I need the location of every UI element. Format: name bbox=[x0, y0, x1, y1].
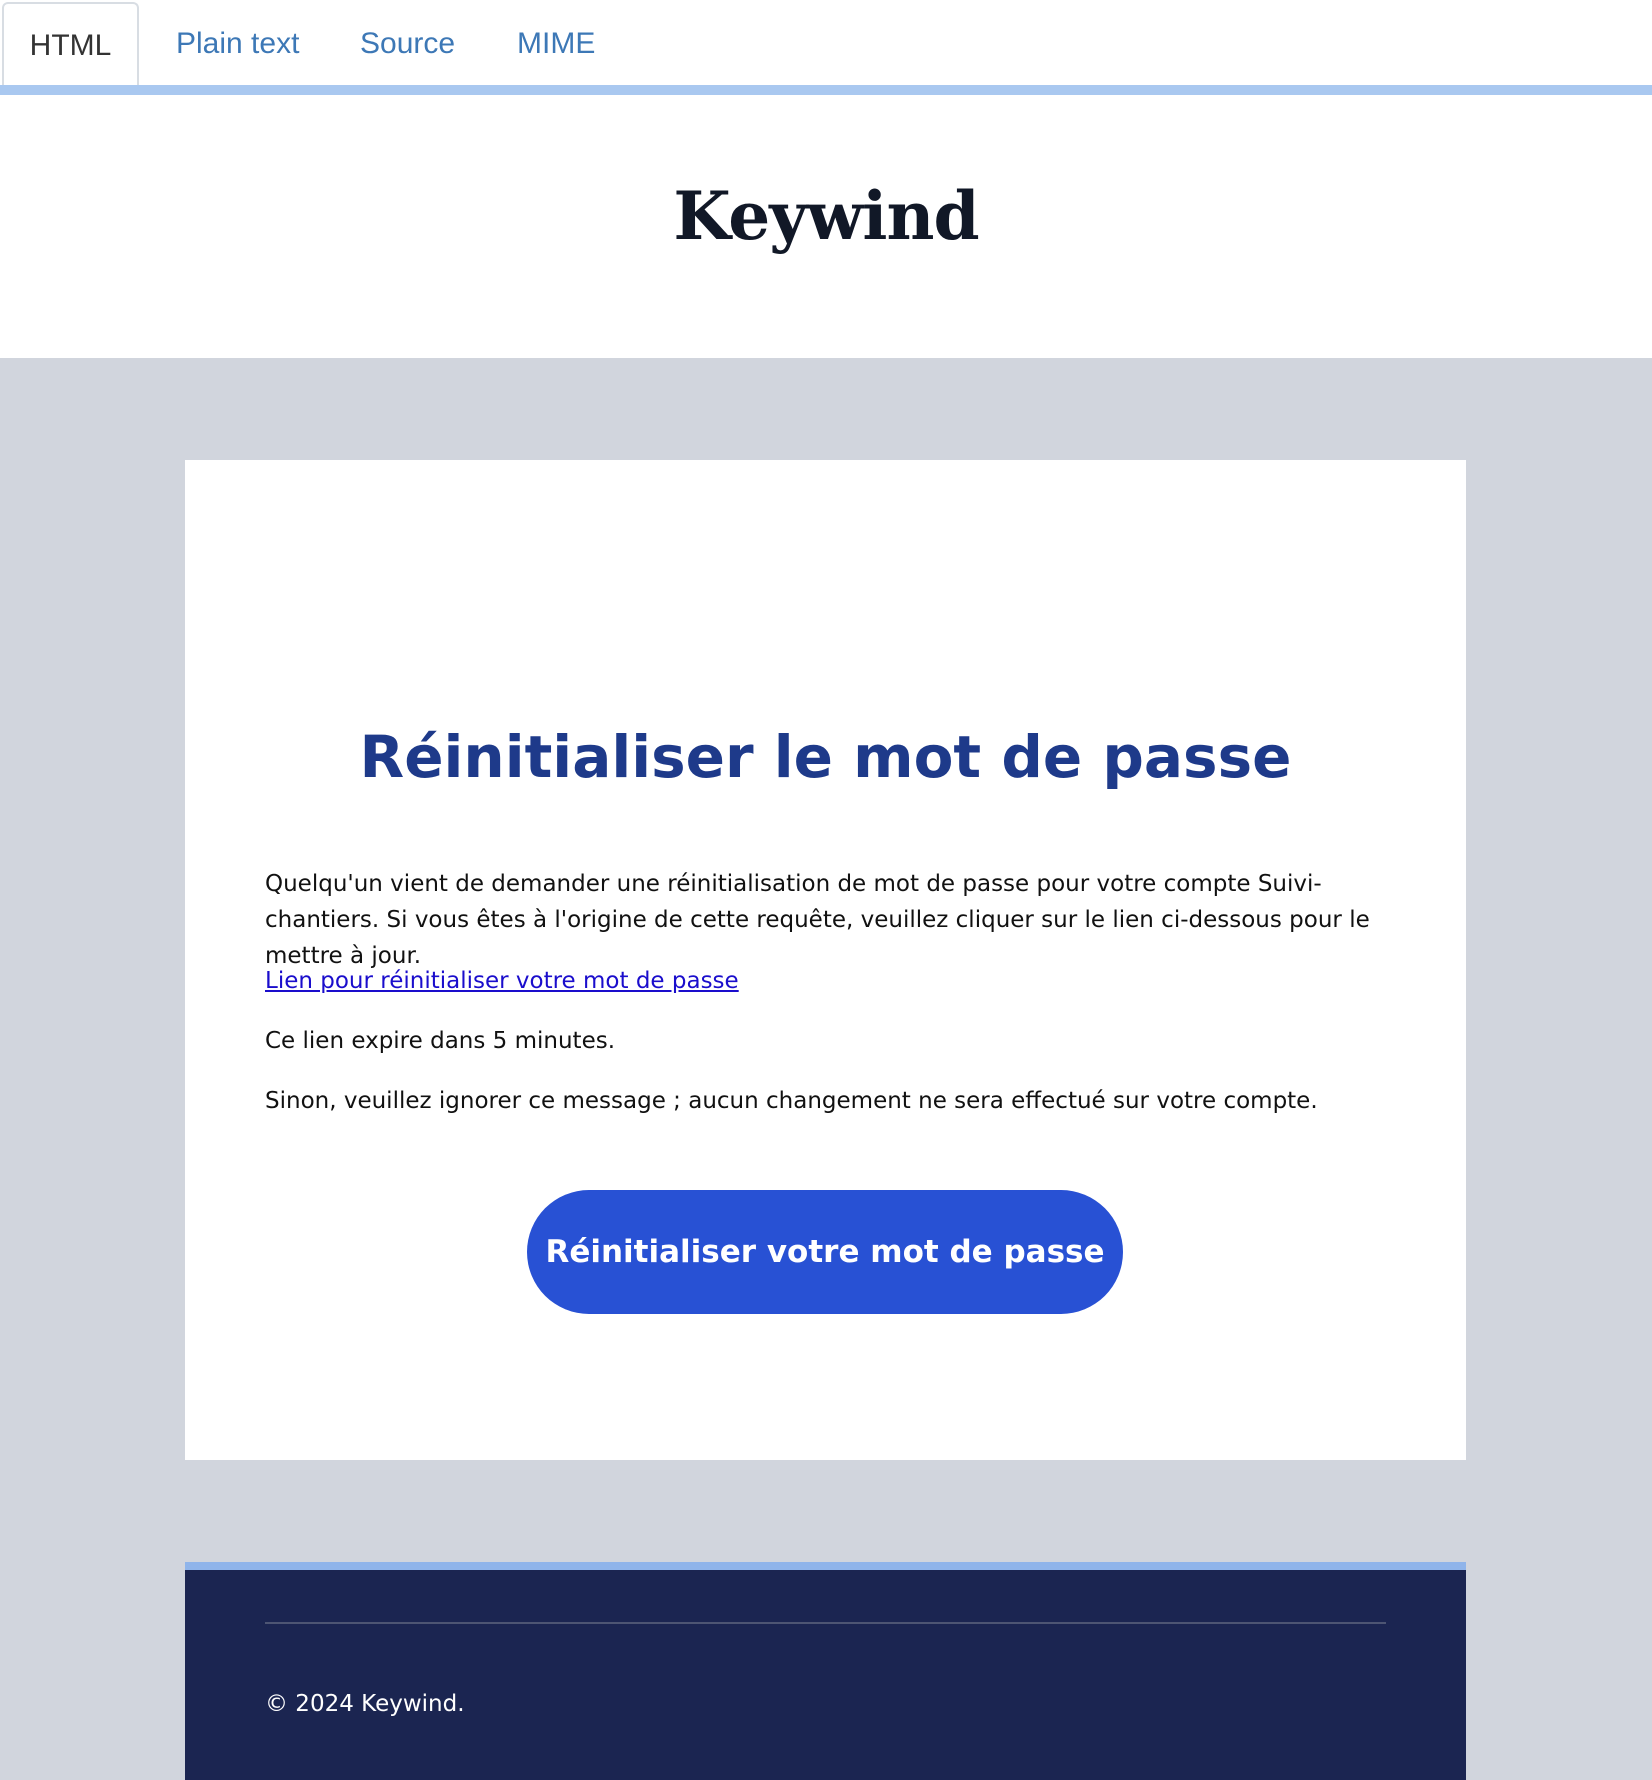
reset-password-link[interactable]: Lien pour réinitialiser votre mot de pas… bbox=[265, 968, 739, 994]
email-card: Réinitialiser le mot de passe Quelqu'un … bbox=[185, 460, 1466, 1460]
email-header: Keywind bbox=[0, 95, 1652, 358]
email-title: Réinitialiser le mot de passe bbox=[359, 723, 1292, 791]
tabs-underline bbox=[0, 85, 1652, 95]
copyright-text: © 2024 Keywind. bbox=[265, 1691, 465, 1717]
reset-password-button[interactable]: Réinitialiser votre mot de passe bbox=[527, 1190, 1123, 1314]
logo: Keywind bbox=[673, 177, 979, 255]
intro-text: Quelqu'un vient de demander une réinitia… bbox=[265, 871, 1370, 969]
reset-link-paragraph: Lien pour réinitialiser votre mot de pas… bbox=[265, 963, 1390, 999]
tab-mime[interactable]: MIME bbox=[517, 0, 595, 85]
expiry-text: Ce lien expire dans 5 minutes. bbox=[265, 1028, 616, 1054]
footer-accent-line bbox=[185, 1562, 1466, 1570]
email-footer: © 2024 Keywind. bbox=[185, 1562, 1466, 1780]
ignore-notice-text: Sinon, veuillez ignorer ce message ; auc… bbox=[265, 1088, 1318, 1114]
tab-source[interactable]: Source bbox=[360, 0, 455, 85]
view-tabs: HTML Plain text Source MIME bbox=[0, 0, 1652, 95]
tab-plain-text[interactable]: Plain text bbox=[176, 0, 299, 85]
tab-html[interactable]: HTML bbox=[2, 2, 139, 86]
footer-divider bbox=[265, 1622, 1386, 1624]
